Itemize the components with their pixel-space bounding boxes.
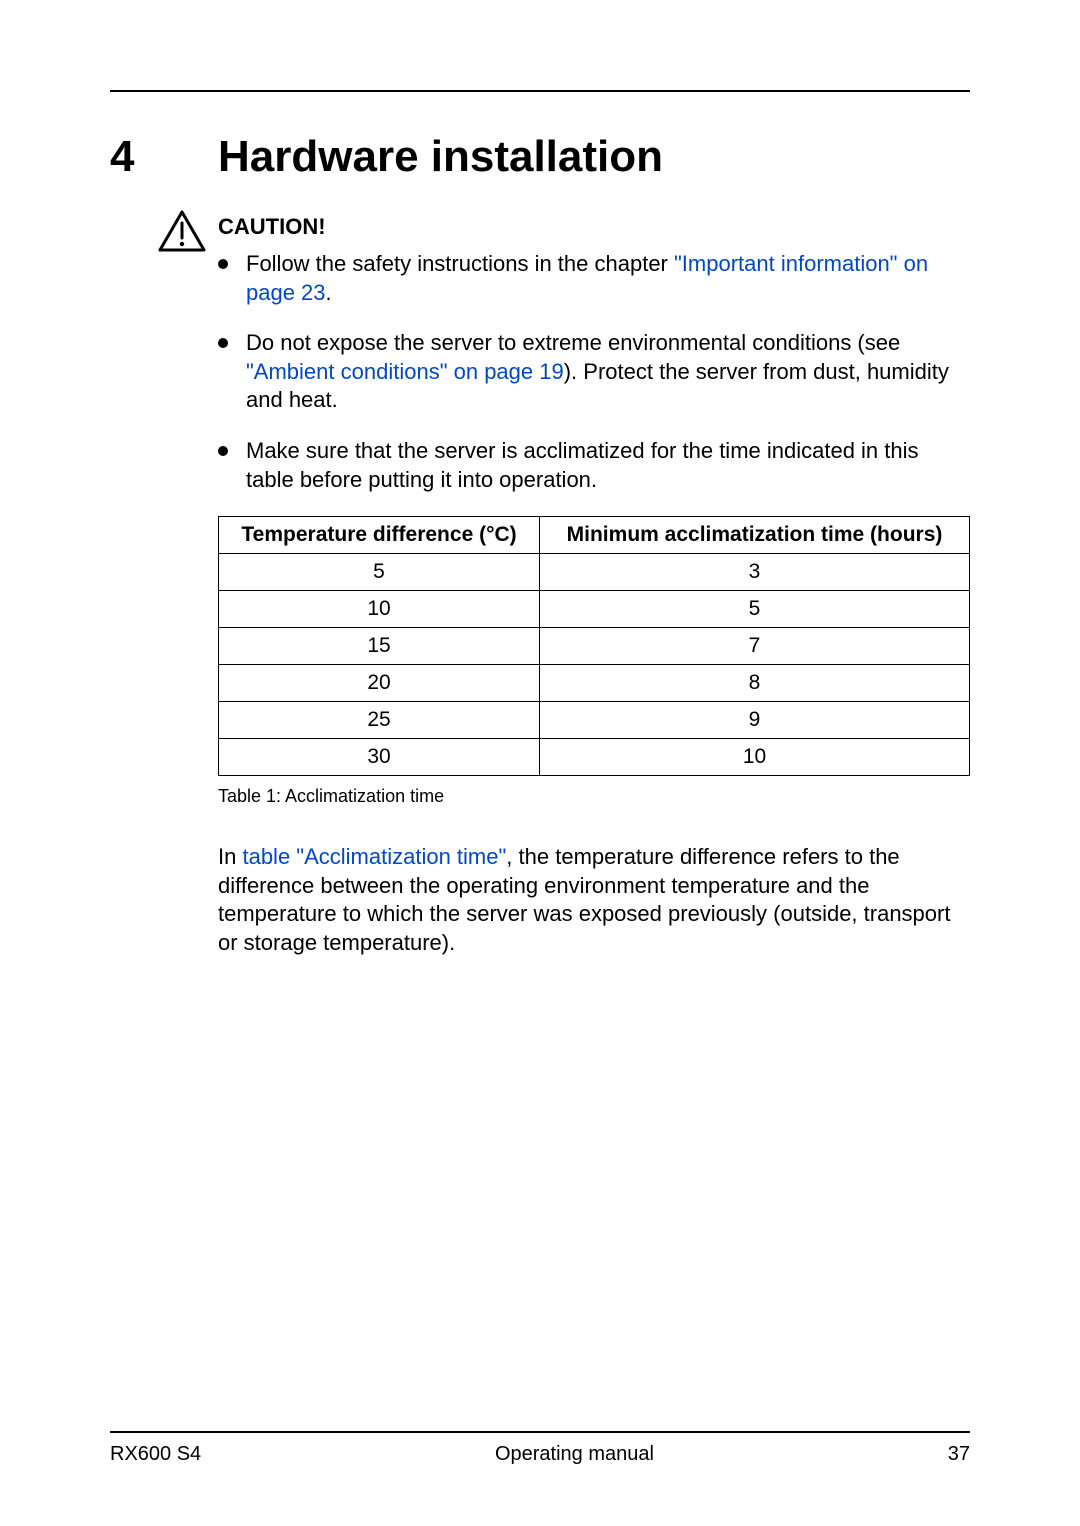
chapter-heading: 4Hardware installation	[110, 132, 970, 182]
footer-center: Operating manual	[495, 1443, 654, 1466]
table-cell: 20	[219, 665, 540, 702]
chapter-number: 4	[110, 132, 218, 182]
bullet-1-text-a: Follow the safety instructions in the ch…	[246, 251, 674, 276]
table-cell: 7	[540, 628, 970, 665]
footer-left: RX600 S4	[110, 1443, 201, 1466]
table-row: 259	[219, 702, 970, 739]
table-header-row: Temperature difference (°C) Minimum accl…	[219, 517, 970, 554]
footer-rule	[110, 1431, 970, 1433]
table-header-col2: Minimum acclimatization time (hours)	[540, 517, 970, 554]
explanation-paragraph: In table "Acclimatization time", the tem…	[218, 843, 970, 957]
acclimatization-table: Temperature difference (°C) Minimum accl…	[218, 516, 970, 776]
caution-bullets: Follow the safety instructions in the ch…	[218, 250, 970, 494]
bullet-1-text-b: .	[326, 280, 332, 305]
table-row: 105	[219, 591, 970, 628]
table-cell: 8	[540, 665, 970, 702]
caution-icon	[158, 210, 206, 257]
caution-bullet-1: Follow the safety instructions in the ch…	[218, 250, 970, 307]
table-cell: 5	[219, 554, 540, 591]
table-row: 53	[219, 554, 970, 591]
top-rule	[110, 90, 970, 92]
bullet-3-text: Make sure that the server is acclimatize…	[246, 438, 919, 492]
table-cell: 15	[219, 628, 540, 665]
table-cell: 5	[540, 591, 970, 628]
table-cell: 10	[219, 591, 540, 628]
table-row: 157	[219, 628, 970, 665]
footer-right: 37	[948, 1443, 970, 1466]
table-row: 3010	[219, 739, 970, 776]
table-cell: 10	[540, 739, 970, 776]
explain-a: In	[218, 844, 242, 869]
link-table-acclimatization[interactable]: table "Acclimatization time"	[242, 844, 506, 869]
table-cell: 25	[219, 702, 540, 739]
link-ambient-conditions[interactable]: "Ambient conditions" on page 19	[246, 359, 564, 384]
table-caption: Table 1: Acclimatization time	[218, 786, 970, 807]
caution-heading: CAUTION!	[218, 214, 970, 240]
caution-bullet-2: Do not expose the server to extreme envi…	[218, 329, 970, 415]
table-cell: 3	[540, 554, 970, 591]
table-cell: 30	[219, 739, 540, 776]
table-row: 208	[219, 665, 970, 702]
page-footer: RX600 S4 Operating manual 37	[110, 1431, 970, 1466]
table-header-col1: Temperature difference (°C)	[219, 517, 540, 554]
page: 4Hardware installation CAUTION! Follow t…	[0, 0, 1080, 1526]
table-cell: 9	[540, 702, 970, 739]
chapter-title-text: Hardware installation	[218, 132, 663, 181]
caution-bullet-3: Make sure that the server is acclimatize…	[218, 437, 970, 494]
bullet-2-text-a: Do not expose the server to extreme envi…	[246, 330, 900, 355]
caution-block: CAUTION! Follow the safety instructions …	[218, 210, 970, 958]
